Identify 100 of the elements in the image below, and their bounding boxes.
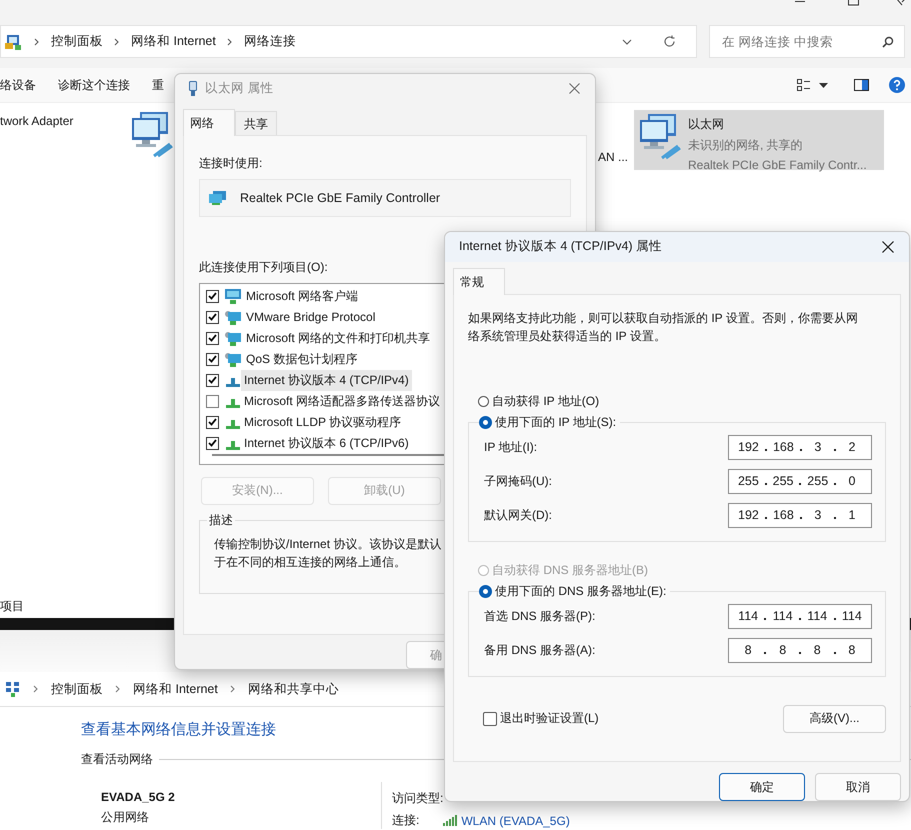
toolbar-command[interactable]: 诊断这个连接 [58,76,130,94]
dropdown-icon[interactable] [622,38,632,44]
protocol-icon [226,440,240,450]
status-text: 项目 [0,599,24,613]
breadcrumb-item[interactable]: 网络和 Internet [131,33,216,50]
list-item[interactable]: Internet 协议版本 4 (TCP/IPv4) [241,370,412,391]
checkbox[interactable] [206,290,219,303]
octet-field[interactable]: 114 [842,609,862,624]
dialog-title: 以太网 属性 [205,80,274,97]
breadcrumb-item[interactable]: 网络连接 [244,33,296,50]
ip-address-field[interactable]: 8 8 8 8 [728,638,872,663]
breadcrumb-item[interactable]: 网络和 Internet [133,680,218,698]
checkbox[interactable] [206,332,219,345]
search-icon [882,36,894,48]
ethernet-icon [189,80,197,96]
checkbox[interactable] [206,310,219,324]
field-label: 此连接使用下列项目(O): [199,258,329,276]
page-heading: 查看基本网络信息并设置连接 [81,720,277,739]
octet-field[interactable]: 8 [842,643,862,658]
octet-field[interactable]: 255 [772,474,794,488]
refresh-icon[interactable] [663,35,676,48]
help-icon[interactable] [889,77,905,93]
ip-address-field[interactable]: 192 168 3 1 [728,502,872,528]
list-item[interactable]: Microsoft 网络适配器多路传送器协议 [241,390,444,412]
tab[interactable]: 常规 [453,268,505,295]
field-label: IP 地址(I): [484,438,538,456]
octet-field[interactable]: 192 [738,440,759,454]
dialog-button[interactable]: 取消 [815,773,901,801]
search-field[interactable]: 在 网络连接 中搜索 [720,34,882,50]
dropdown-icon[interactable] [819,82,828,88]
octet-field[interactable]: 8 [738,643,758,658]
list-item[interactable]: QoS 数据包计划程序 [243,348,360,370]
ip-address-field[interactable]: 114 114 114 114 [728,604,872,629]
radio-button[interactable]: 使用下面的 DNS 服务器地址(E): [479,582,666,600]
octet-field[interactable]: 168 [772,508,794,522]
octet-field[interactable]: 114 [772,609,793,624]
computer-icon [224,330,242,346]
checkbox[interactable] [206,352,219,366]
network-adapter-icon [209,190,227,205]
signal-icon [443,815,458,826]
field-label: 连接时使用: [199,154,264,172]
minimize-icon[interactable] [795,0,807,4]
protocol-icon [226,398,240,408]
chevron-icon [114,38,120,46]
list-item[interactable]: Microsoft 网络的文件和打印机共享 [243,328,434,349]
protocol-icon [226,378,240,387]
ip-address-field[interactable]: 192 168 3 2 [728,434,872,460]
control-panel-icon [5,32,23,50]
toolbar-command[interactable]: 重 [152,76,164,94]
preview-pane-icon[interactable] [854,79,869,91]
octet-field[interactable]: 114 [738,609,758,624]
octet-field[interactable]: 8 [807,643,828,658]
tab[interactable]: 共享 [235,110,277,135]
checkbox[interactable] [206,374,219,387]
chevron-icon [226,38,233,46]
checkbox[interactable] [206,436,219,450]
search-box[interactable]: 在 网络连接 中搜索 [709,25,905,58]
field-label: 首选 DNS 服务器(P): [484,608,596,625]
field-label: 默认网关(D): [484,506,552,524]
ip-address-field[interactable]: 255 255 255 0 [728,468,872,494]
toolbar-command[interactable]: 络设备 [0,76,36,94]
breadcrumb-item[interactable]: 网络和共享中心 [248,680,339,698]
connection-link[interactable]: WLAN (EVADA_5G) [461,814,570,828]
octet-field[interactable]: 192 [738,508,759,522]
list-item[interactable]: VMware Bridge Protocol [243,308,378,326]
adapter-tile[interactable]: 以太网 未识别的网络, 共享的 Realtek PCIe GbE Family Contr... [634,110,884,170]
network-icon [5,681,21,697]
radio-button[interactable]: 自动获得 IP 地址(O) [478,392,886,410]
octet-field[interactable]: 3 [808,440,828,454]
breadcrumb-item[interactable]: 控制面板 [51,680,103,698]
description-text: 传输控制协议/Internet 协议。该协议是默认 [214,536,442,553]
octet-field[interactable]: 1 [842,508,862,522]
close-icon[interactable] [895,0,907,6]
radio-button[interactable]: 使用下面的 IP 地址(S): [479,414,616,431]
checkbox[interactable] [206,394,219,408]
breadcrumb-item[interactable]: 控制面板 [51,33,103,50]
octet-field[interactable]: 255 [738,474,759,488]
advanced-button[interactable]: 高级(V)... [783,704,886,733]
adapter-device: Realtek PCIe GbE Family Contr... [688,158,867,172]
octet-field[interactable]: 3 [808,508,828,522]
octet-field[interactable]: 168 [772,440,794,454]
octet-field[interactable]: 114 [807,609,828,624]
octet-field[interactable]: 8 [772,643,793,658]
octet-field[interactable]: 2 [842,440,862,454]
list-item[interactable]: Microsoft 网络客户端 [243,286,362,307]
list-item[interactable]: Microsoft LLDP 协议驱动程序 [241,412,404,433]
dialog-button[interactable]: 确定 [719,773,805,801]
close-icon[interactable] [882,240,894,253]
octet-field[interactable]: 0 [842,474,862,488]
adapter-name: twork Adapter [0,114,74,128]
view-options-icon[interactable] [797,79,811,91]
checkbox[interactable]: 退出时验证设置(L) [483,710,599,728]
checkbox[interactable] [206,416,219,429]
maximize-icon[interactable] [848,0,860,6]
address-bar[interactable]: 控制面板 网络和 Internet 网络连接 [0,25,697,58]
list-item[interactable]: Internet 协议版本 6 (TCP/IPv6) [241,432,412,454]
adapter-status: 未识别的网络, 共享的 [688,137,804,154]
tab[interactable]: 网络 [183,108,235,136]
chevron-icon [115,685,121,693]
octet-field[interactable]: 255 [807,474,828,488]
